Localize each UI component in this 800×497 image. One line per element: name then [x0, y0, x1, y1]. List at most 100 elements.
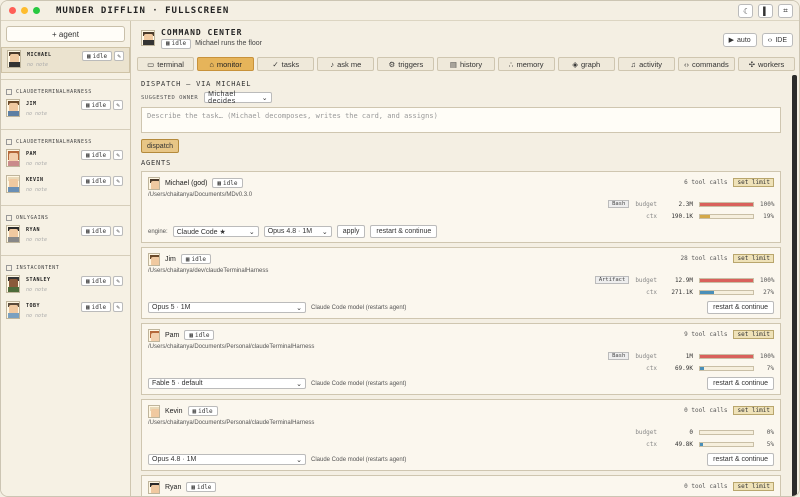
sidebar-agent-michael[interactable]: MICHAEL no note ▦ idle ✎	[1, 47, 130, 73]
agent-name: Pam	[165, 331, 180, 339]
model-select[interactable]: Opus 5 · 1M ⌄	[148, 302, 306, 313]
ide-button[interactable]: ‹› IDE	[761, 33, 793, 47]
tab-workers[interactable]: ✣ workers	[737, 57, 796, 71]
tab-commands[interactable]: ‹› commands	[677, 57, 735, 71]
chevron-down-icon: ⌄	[261, 94, 269, 102]
model-select[interactable]: Opus 4.8 · 1M ⌄	[148, 454, 306, 465]
tool-calls-count: 0 tool calls	[684, 407, 728, 414]
set-limit-button[interactable]: set limit	[733, 178, 774, 187]
restart-continue-button[interactable]: restart & continue	[370, 225, 438, 238]
tab-terminal[interactable]: ▭ terminal	[137, 57, 195, 71]
set-limit-button[interactable]: set limit	[733, 330, 774, 339]
set-limit-button[interactable]: set limit	[733, 254, 774, 263]
pencil-icon: ✎	[117, 52, 121, 60]
group-header[interactable]: CLAUDETERMINALHARNESS	[1, 79, 130, 97]
terminal-icon: ▭	[147, 59, 155, 69]
model-select[interactable]: Fable 5 · default ⌄	[148, 378, 306, 389]
edit-agent-button[interactable]: ✎	[113, 176, 123, 186]
group-header[interactable]: ONLYGAINS	[1, 205, 130, 223]
agent-name: Jim	[165, 255, 176, 263]
avatar	[6, 99, 20, 117]
play-icon: ▶	[728, 37, 735, 44]
group-header[interactable]: INSTACONTENT	[1, 255, 130, 273]
edit-agent-button[interactable]: ✎	[114, 51, 124, 61]
ctx-bar	[699, 441, 754, 447]
ctx-bar	[699, 213, 754, 219]
tab-bar: ▭ terminal ⌂ monitor ✓ tasks ♪ ask me ⚙ trigg…	[131, 57, 799, 73]
ctx-bar	[699, 365, 754, 371]
avatar	[141, 30, 155, 46]
page-title: COMMAND CENTER	[161, 27, 243, 37]
sidebar-agent-pam[interactable]: PAM no note ▦ idle ✎	[1, 147, 130, 173]
checkbox-icon	[6, 138, 12, 145]
status-badge: ▦ idle	[81, 276, 112, 286]
avatar	[6, 149, 20, 167]
restart-continue-button[interactable]: restart & continue	[707, 301, 774, 314]
model-hint: Claude Code model (restarts agent)	[311, 380, 407, 387]
tab-tasks[interactable]: ✓ tasks	[257, 57, 315, 71]
apply-button[interactable]: apply	[336, 225, 366, 238]
tab-history[interactable]: ▤ history	[437, 57, 495, 71]
sidebar-agent-stanley[interactable]: STANLEY no note ▦ idle ✎	[1, 273, 130, 299]
sidebar-agent-jim[interactable]: JIM no note ▦ idle ✎	[1, 97, 130, 123]
budget-bar	[699, 353, 754, 359]
sidebar-agent-toby[interactable]: TOBY no note ▦ idle ✎	[1, 299, 130, 325]
dispatch-button[interactable]: dispatch	[141, 139, 179, 153]
agent-note: no note	[26, 237, 48, 243]
engine-select[interactable]: Claude Code ★ ⌄	[172, 226, 259, 237]
sidebar-agent-kevin[interactable]: KEVIN no note ▦ idle ✎	[1, 173, 130, 199]
agent-name: Kevin	[165, 407, 183, 415]
add-agent-button[interactable]: + agent	[6, 26, 125, 42]
owner-select[interactable]: Michael decides ⌄	[204, 91, 273, 105]
pencil-icon: ✎	[116, 151, 120, 159]
sidebar-agent-ryan[interactable]: RYAN no note ▦ idle ✎	[1, 223, 130, 249]
maximize-window-button[interactable]	[33, 7, 40, 14]
set-limit-button[interactable]: set limit	[733, 482, 774, 491]
fullscreen-toggle-button[interactable]: ⌗	[778, 4, 793, 18]
status-badge: ▦ idle	[81, 226, 112, 236]
edit-agent-button[interactable]: ✎	[113, 302, 123, 312]
agent-sidebar: + agent MICHAEL no note ▦ idle ✎ CLAUDETE…	[1, 21, 131, 496]
status-badge: ▦ idle	[186, 482, 217, 492]
auto-button[interactable]: ▶ auto	[722, 33, 757, 47]
pencil-icon: ✎	[116, 177, 120, 185]
edit-agent-button[interactable]: ✎	[113, 100, 123, 110]
model-select[interactable]: Opus 4.8 · 1M ⌄	[263, 226, 332, 237]
task-input[interactable]: Describe the task… (Michael decomposes, …	[141, 107, 781, 133]
checkbox-icon	[6, 214, 12, 221]
agent-note: no note	[26, 161, 48, 167]
ctx-fill	[700, 442, 703, 446]
command-center-header: COMMAND CENTER ▦ idle Michael runs the fl…	[131, 21, 799, 55]
edit-agent-button[interactable]: ✎	[113, 150, 123, 160]
chevron-down-icon: ⌄	[296, 380, 302, 388]
tool-calls-count: 0 tool calls	[684, 483, 728, 490]
pencil-icon: ✎	[116, 227, 120, 235]
avatar	[7, 50, 21, 68]
status-badge: ▦ idle	[161, 38, 192, 49]
status-badge: ▦ idle	[81, 100, 112, 110]
edit-agent-button[interactable]: ✎	[113, 226, 123, 236]
edit-agent-button[interactable]: ✎	[113, 276, 123, 286]
tool-tag: Artifact	[594, 276, 630, 284]
tab-activity[interactable]: ♫ activity	[617, 57, 675, 71]
scrollbar[interactable]	[792, 75, 797, 496]
tool-tag: Bash	[608, 352, 630, 360]
tab-monitor[interactable]: ⌂ monitor	[197, 57, 255, 71]
budget-bar	[699, 277, 754, 283]
tab-ask-me[interactable]: ♪ ask me	[317, 57, 375, 71]
tab-memory[interactable]: ∴ memory	[497, 57, 555, 71]
close-window-button[interactable]	[9, 7, 16, 14]
restart-continue-button[interactable]: restart & continue	[707, 453, 774, 466]
sidebar-toggle-button[interactable]: ▌	[758, 4, 773, 18]
tab-graph[interactable]: ◈ graph	[557, 57, 615, 71]
minimize-window-button[interactable]	[21, 7, 28, 14]
budget-fill	[700, 278, 753, 282]
status-badge: ▦ idle	[81, 150, 112, 160]
avatar	[148, 328, 160, 342]
tab-triggers[interactable]: ⚙ triggers	[377, 57, 435, 71]
theme-toggle-button[interactable]: ☾	[738, 4, 753, 18]
group-header[interactable]: CLAUDETERMINALHARNESS	[1, 129, 130, 147]
restart-continue-button[interactable]: restart & continue	[707, 377, 774, 390]
set-limit-button[interactable]: set limit	[733, 406, 774, 415]
title-bar: MUNDER DIFFLIN · FULLSCREEN ☾ ▌ ⌗	[1, 1, 799, 21]
